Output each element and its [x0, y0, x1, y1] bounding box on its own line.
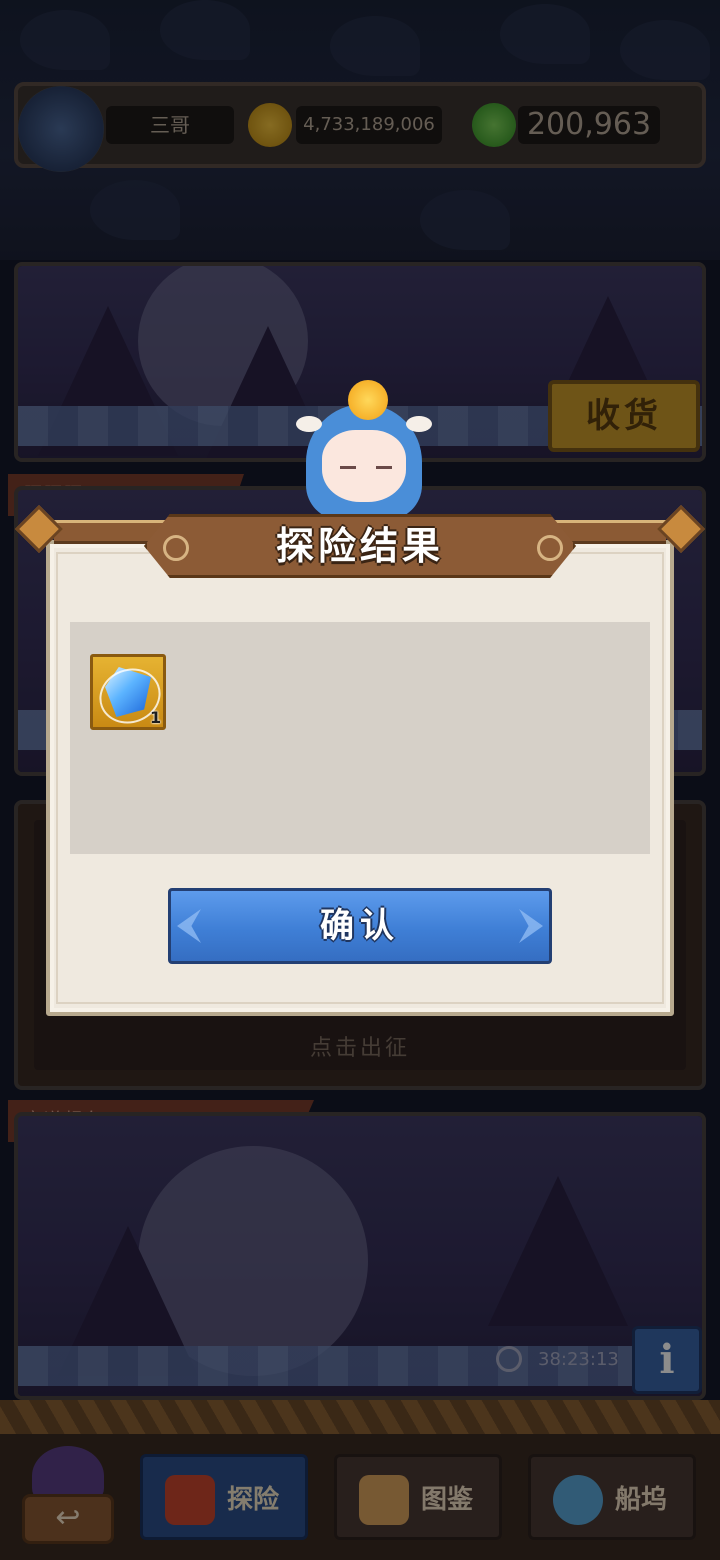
confirm-button[interactable]: 确认 [168, 888, 552, 964]
chevron-right-icon [519, 909, 543, 943]
mascot-character [286, 380, 436, 520]
star-icon [348, 380, 388, 420]
reward-quantity: 1 [150, 708, 162, 727]
confirm-label: 确认 [320, 906, 400, 946]
dialog-title: 探险结果 [275, 524, 444, 568]
chevron-left-icon [177, 909, 201, 943]
